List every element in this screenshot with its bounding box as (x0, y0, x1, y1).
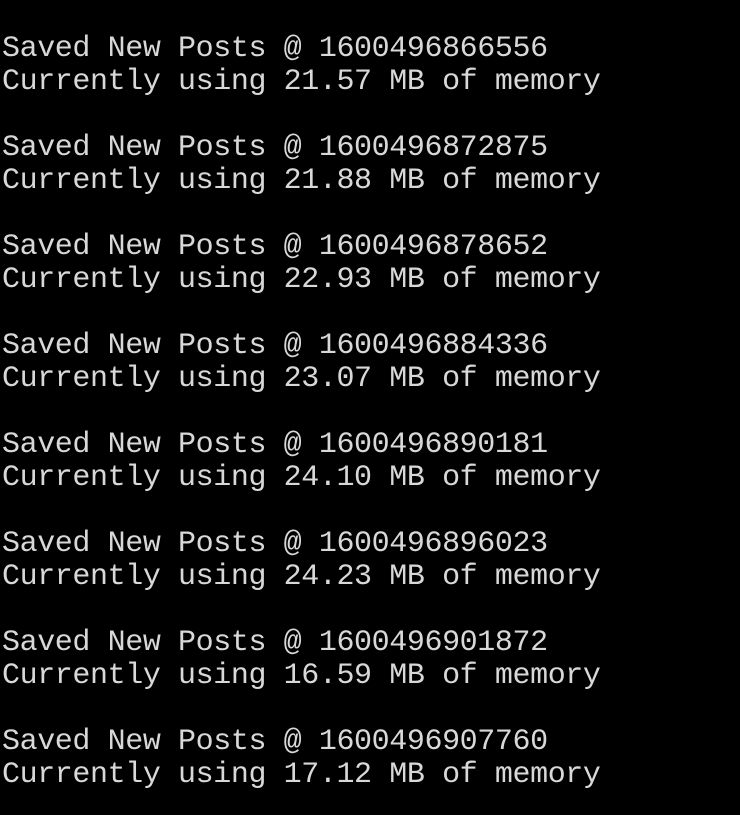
memory-usage-line: Currently using 16.59 MB of memory (2, 659, 601, 693)
memory-usage-line: Currently using 21.88 MB of memory (2, 164, 601, 198)
saved-posts-line: Saved New Posts @ 1600496872875 (2, 131, 548, 165)
log-entry: Saved New Posts @ 1600496901872 Currentl… (2, 627, 740, 726)
memory-usage-line: Currently using 21.57 MB of memory (2, 65, 601, 99)
saved-posts-line: Saved New Posts @ 1600496878652 (2, 230, 548, 264)
saved-posts-line: Saved New Posts @ 1600496896023 (2, 527, 548, 561)
memory-usage-line: Currently using 24.10 MB of memory (2, 461, 601, 495)
terminal-window[interactable]: Saved New Posts @ 1600496866556 Currentl… (0, 0, 740, 815)
log-entry: Saved New Posts @ 1600496884336 Currentl… (2, 330, 740, 429)
memory-usage-line: Currently using 17.12 MB of memory (2, 758, 601, 792)
memory-usage-line: Currently using 24.23 MB of memory (2, 560, 601, 594)
memory-usage-line: Currently using 23.07 MB of memory (2, 362, 601, 396)
log-entry: Saved New Posts @ 1600496890181 Currentl… (2, 429, 740, 528)
saved-posts-line: Saved New Posts @ 1600496866556 (2, 32, 548, 66)
log-entry: Saved New Posts @ 1600496896023 Currentl… (2, 528, 740, 627)
saved-posts-line: Saved New Posts @ 1600496907760 (2, 725, 548, 759)
log-entry: Saved New Posts @ 1600496872875 Currentl… (2, 132, 740, 231)
saved-posts-line: Saved New Posts @ 1600496901872 (2, 626, 548, 660)
saved-posts-line: Saved New Posts @ 1600496884336 (2, 329, 548, 363)
log-entry: Saved New Posts @ 1600496907760 Currentl… (2, 726, 740, 815)
log-entry: Saved New Posts @ 1600496878652 Currentl… (2, 231, 740, 330)
saved-posts-line: Saved New Posts @ 1600496890181 (2, 428, 548, 462)
memory-usage-line: Currently using 22.93 MB of memory (2, 263, 601, 297)
log-entry: Saved New Posts @ 1600496866556 Currentl… (2, 33, 740, 132)
